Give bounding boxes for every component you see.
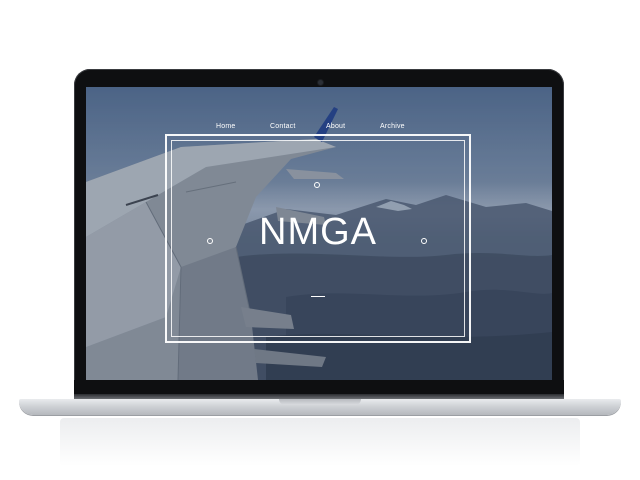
circle-marker-top-icon [314, 182, 320, 188]
nav-contact-link[interactable]: Contact [270, 123, 296, 130]
decorative-dash [311, 296, 325, 297]
nav-archive-link[interactable]: Archive [380, 123, 405, 130]
surface-reflection [60, 418, 580, 466]
nav-about-link[interactable]: About [326, 123, 345, 130]
site-logo-title: NMGA [259, 211, 377, 253]
webcam-icon [318, 80, 323, 85]
laptop-mockup: Home Contact About Archive NMGA [0, 0, 640, 480]
website-screen: Home Contact About Archive NMGA [86, 87, 552, 380]
nav-home-link[interactable]: Home [216, 123, 235, 130]
top-navigation: Home Contact About Archive [86, 87, 552, 130]
lid-opening-notch [279, 399, 361, 405]
